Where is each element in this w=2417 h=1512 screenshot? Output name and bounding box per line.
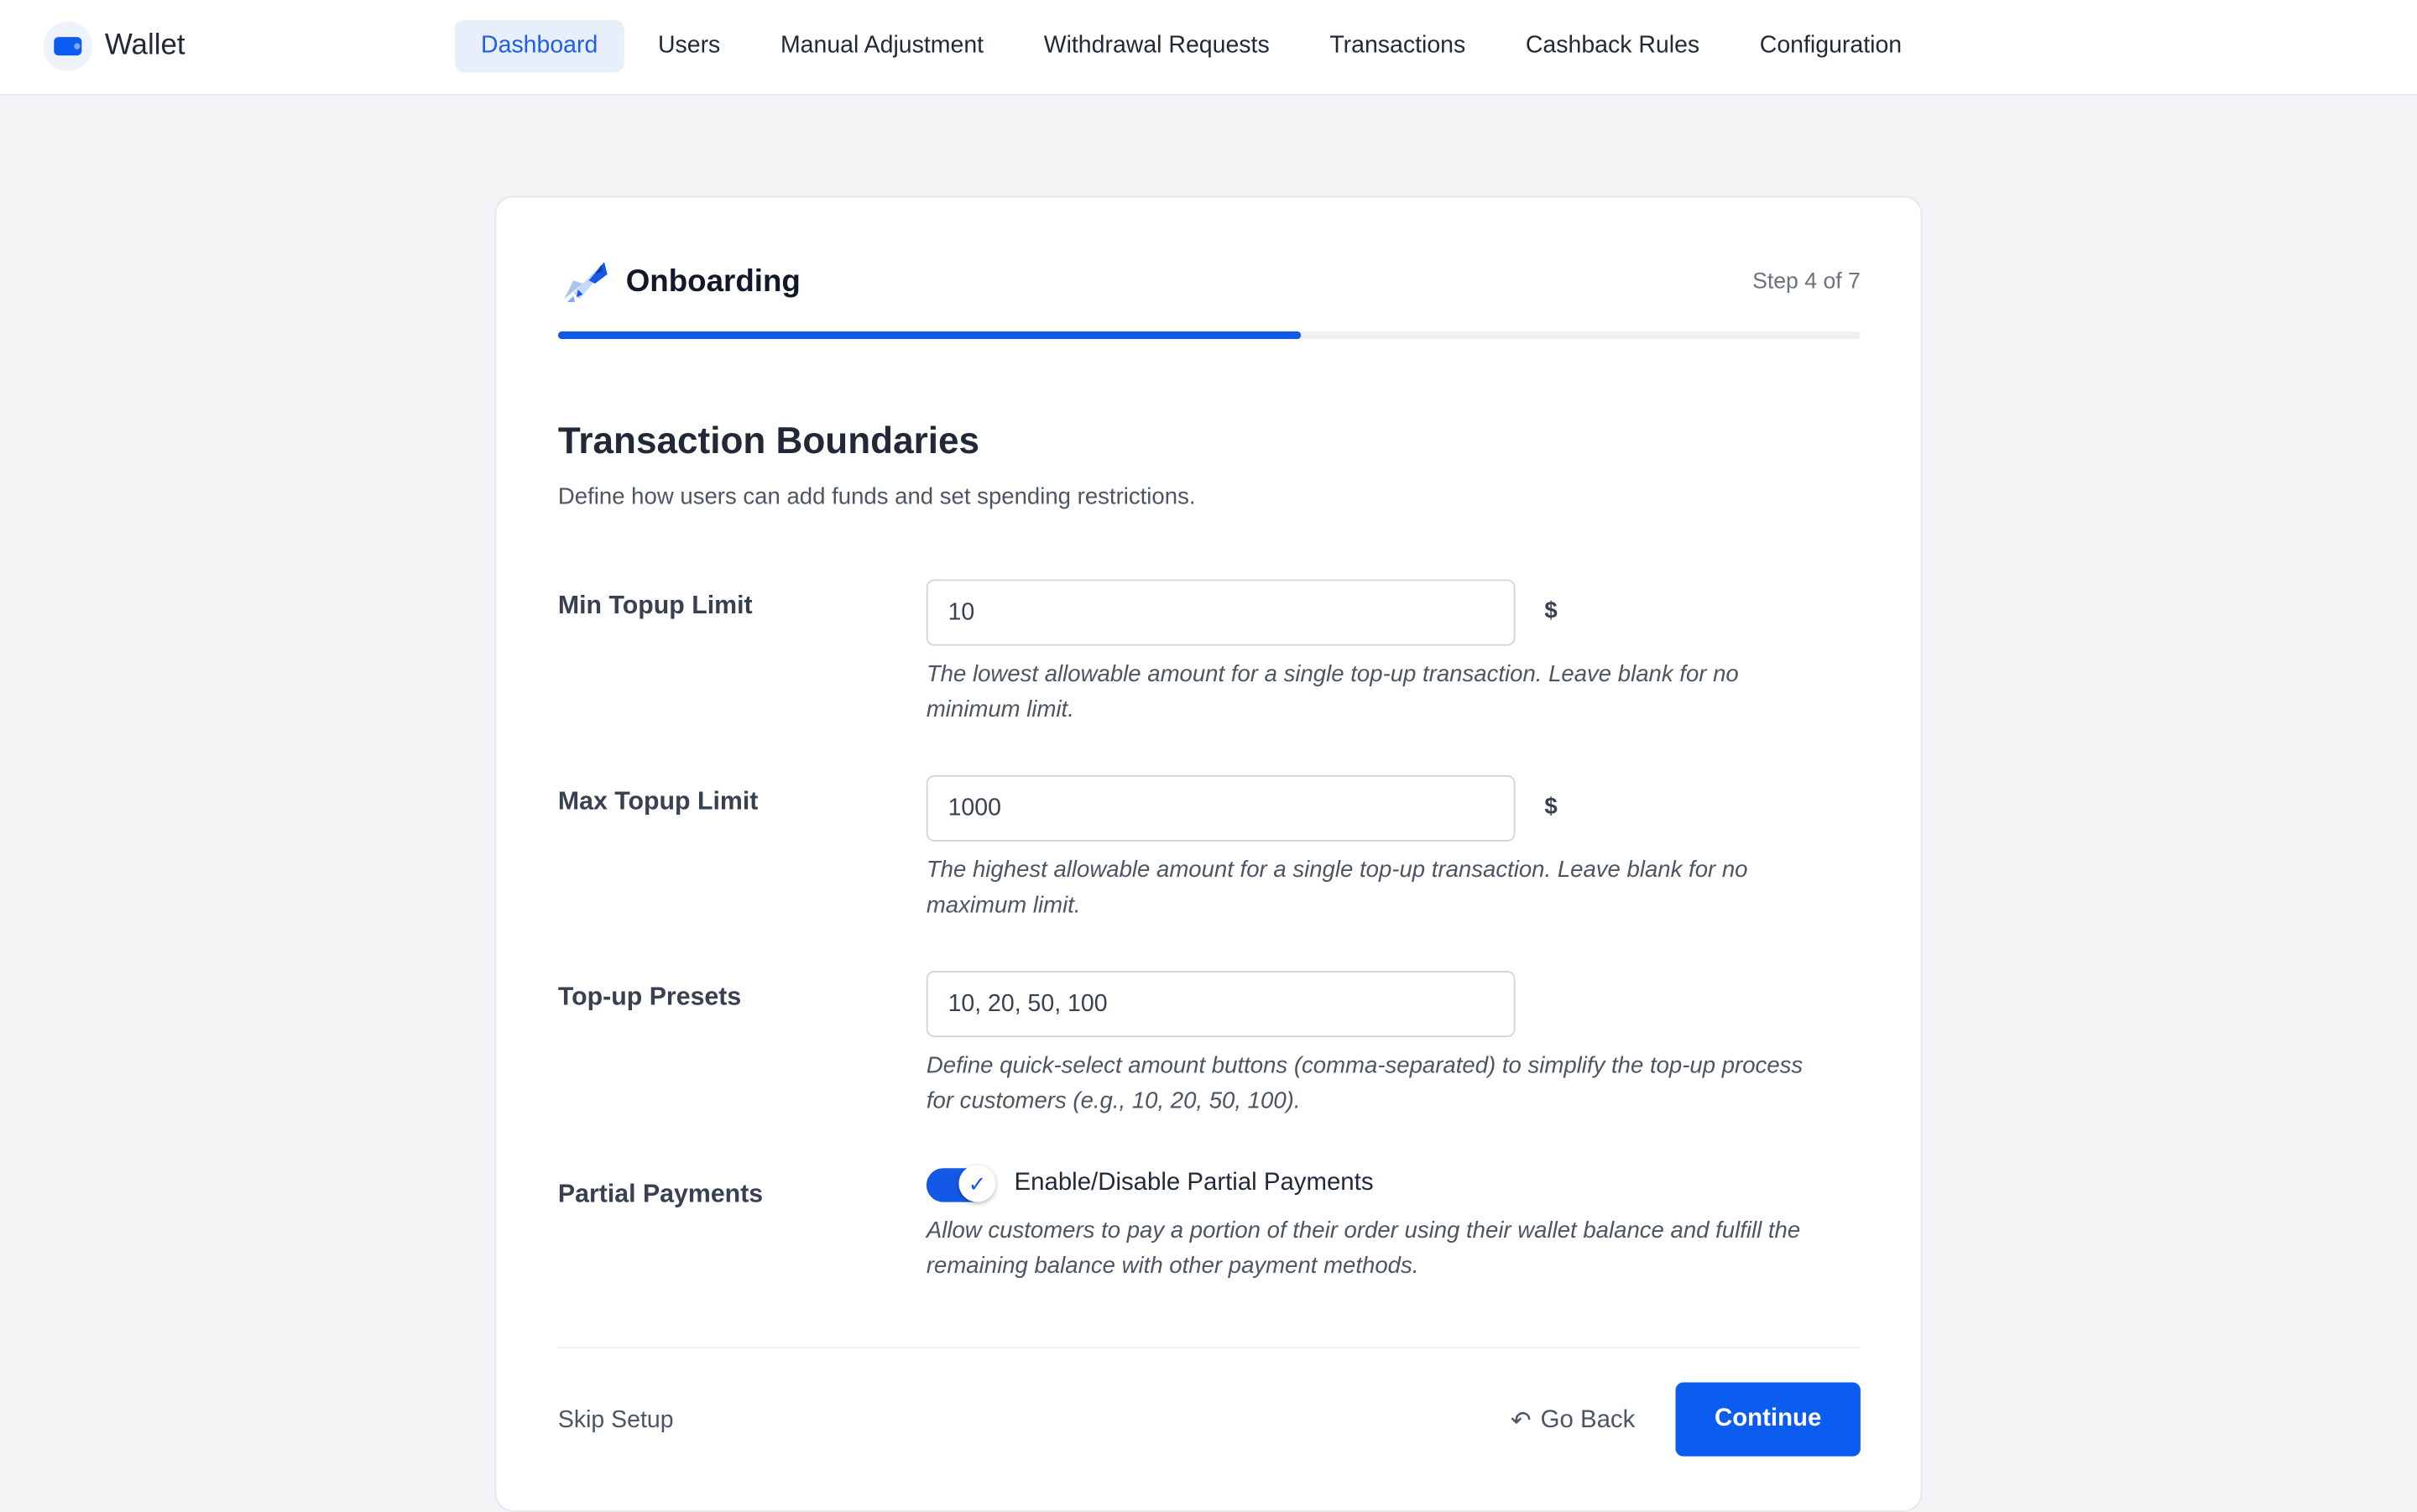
main-nav: Dashboard Users Manual Adjustment Withdr…	[454, 19, 1936, 73]
max-topup-unit: $	[1544, 793, 1558, 821]
min-topup-label: Min Topup Limit	[557, 592, 753, 620]
partial-payments-toggle-label[interactable]: Enable/Disable Partial Payments	[1015, 1170, 1374, 1197]
section-title: Transaction Boundaries	[557, 420, 980, 463]
min-topup-help: The lowest allowable amount for a single…	[926, 660, 1739, 723]
rocket-icon	[564, 262, 608, 302]
step-indicator: Step 4 of 7	[1752, 269, 1861, 295]
wallet-icon	[43, 21, 93, 71]
presets-input[interactable]	[926, 971, 1516, 1038]
onboarding-title: Onboarding	[625, 263, 801, 299]
check-icon: ✓	[958, 1165, 996, 1202]
nav-item-transactions[interactable]: Transactions	[1303, 20, 1491, 72]
go-back-label: Go Back	[1540, 1406, 1636, 1434]
reply-arrow-icon: ↶	[1510, 1408, 1532, 1435]
brand-name: Wallet	[104, 29, 185, 62]
onboarding-header: Onboarding Step 4 of 7	[558, 259, 1861, 305]
nav-item-users[interactable]: Users	[632, 20, 747, 72]
nav-item-withdrawal-requests[interactable]: Withdrawal Requests	[1017, 20, 1295, 72]
progress-fill	[557, 331, 1301, 340]
skip-setup-link[interactable]: Skip Setup	[558, 1407, 674, 1435]
presets-label: Top-up Presets	[557, 983, 742, 1011]
partial-payments-label: Partial Payments	[557, 1180, 764, 1208]
max-topup-help: The highest allowable amount for a singl…	[926, 857, 1748, 919]
max-topup-label: Max Topup Limit	[557, 787, 759, 816]
min-topup-input[interactable]	[926, 579, 1516, 646]
partial-payments-help: Allow customers to pay a portion of thei…	[926, 1217, 1801, 1280]
onboarding-card: Onboarding Step 4 of 7 Transaction Bound…	[494, 196, 1923, 1512]
top-navbar: Wallet Dashboard Users Manual Adjustment…	[0, 0, 2417, 96]
max-topup-input[interactable]	[926, 774, 1516, 842]
nav-item-dashboard[interactable]: Dashboard	[454, 19, 624, 73]
continue-button[interactable]: Continue	[1675, 1382, 1861, 1457]
section-subtitle: Define how users can add funds and set s…	[557, 483, 1196, 510]
partial-payments-toggle[interactable]: ✓	[926, 1165, 996, 1202]
go-back-button[interactable]: ↶ Go Back	[1511, 1405, 1635, 1436]
min-topup-unit: $	[1544, 597, 1558, 624]
brand[interactable]: Wallet	[43, 21, 185, 71]
progress-bar	[557, 331, 1861, 340]
presets-help: Define quick-select amount buttons (comm…	[926, 1052, 1804, 1114]
footer-divider	[557, 1347, 1861, 1349]
nav-item-configuration[interactable]: Configuration	[1734, 20, 1929, 72]
nav-item-cashback-rules[interactable]: Cashback Rules	[1500, 20, 1726, 72]
nav-item-manual-adjustment[interactable]: Manual Adjustment	[754, 20, 1010, 72]
